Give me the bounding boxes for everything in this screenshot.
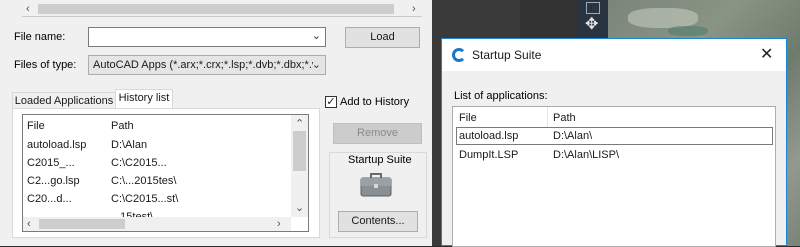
applications-list[interactable]: File Path autoload.lsp D:\Alan\ DumpIt.L…: [452, 106, 776, 247]
history-list[interactable]: File Path autoload.lsp D:\Alan C2015_...…: [22, 114, 309, 232]
list-item-file[interactable]: autoload.lsp: [459, 128, 518, 144]
chevron-down-icon[interactable]: ⌄: [295, 201, 304, 215]
history-row-path[interactable]: C:\C2015...st\: [111, 191, 178, 207]
contents-button[interactable]: Contents...: [338, 211, 418, 232]
scrollbar-thumb[interactable]: [293, 131, 306, 171]
history-row-path[interactable]: D:\Alan: [111, 137, 147, 153]
history-vscrollbar[interactable]: ⌃ ⌄: [291, 115, 308, 217]
list-of-applications-label: List of applications:: [454, 90, 548, 102]
history-row-file[interactable]: C20...d...: [27, 191, 72, 207]
add-to-history-label[interactable]: Add to History: [340, 96, 409, 108]
briefcase-icon[interactable]: [360, 173, 392, 197]
list-item-file[interactable]: DumpIt.LSP: [459, 147, 518, 163]
chevron-down-icon[interactable]: ⌄: [312, 29, 321, 42]
chevron-up-icon[interactable]: ⌃: [295, 117, 304, 131]
startup-suite-dialog: Startup Suite ✕ List of applications: Fi…: [441, 38, 787, 247]
history-row-file[interactable]: C2...go.lsp: [27, 173, 80, 189]
startup-suite-group: Startup Suite Contents...: [329, 152, 427, 238]
autocad-app-icon: [452, 48, 466, 62]
file-name-combobox[interactable]: ⌄: [88, 27, 326, 47]
tab-history-list[interactable]: History list: [115, 89, 173, 109]
column-header-path[interactable]: Path: [553, 110, 576, 126]
scrollbar-thumb[interactable]: [38, 4, 394, 14]
startup-suite-label: Startup Suite: [348, 154, 412, 166]
scroll-left-icon[interactable]: ‹: [26, 2, 30, 16]
pan-move-icon[interactable]: ✥: [585, 17, 598, 33]
scroll-right-icon[interactable]: ›: [277, 217, 281, 231]
history-hscrollbar[interactable]: ‹ ›: [23, 217, 291, 231]
header-divider: [547, 107, 548, 127]
add-to-history-checkbox[interactable]: ✓: [325, 96, 337, 108]
column-header-path[interactable]: Path: [111, 118, 134, 134]
viewcube-icon[interactable]: [586, 2, 600, 14]
load-button[interactable]: Load: [345, 27, 420, 48]
scroll-left-icon[interactable]: ‹: [27, 217, 31, 231]
load-applications-dialog: ‹ › File name: ⌄ Load Files of type: Aut…: [0, 0, 432, 246]
files-of-type-value: AutoCAD Apps (*.arx;*.crx;*.lsp;*.dvb;*.…: [93, 59, 313, 71]
files-of-type-label: Files of type:: [14, 59, 77, 71]
list-item-path[interactable]: D:\Alan\LISP\: [553, 147, 619, 163]
close-icon[interactable]: ✕: [760, 47, 773, 63]
title-bar[interactable]: Startup Suite ✕: [442, 39, 786, 71]
remove-button[interactable]: Remove: [333, 123, 422, 144]
files-of-type-select[interactable]: AutoCAD Apps (*.arx;*.crx;*.lsp;*.dvb;*.…: [88, 55, 326, 75]
dialog-title: Startup Suite: [472, 48, 542, 62]
history-row-path[interactable]: C:\C2015...: [111, 155, 167, 171]
chevron-down-icon[interactable]: ⌄: [312, 56, 321, 74]
history-row-path[interactable]: C:\...2015tes\: [111, 173, 176, 189]
column-header-file[interactable]: File: [459, 110, 477, 126]
scroll-right-icon[interactable]: ›: [412, 2, 416, 16]
history-row-file[interactable]: autoload.lsp: [27, 137, 86, 153]
history-row-file[interactable]: C2015_...: [27, 155, 75, 171]
list-item-path[interactable]: D:\Alan\: [553, 128, 592, 144]
scrollbar-thumb[interactable]: [39, 219, 125, 229]
column-header-file[interactable]: File: [27, 118, 45, 134]
file-name-label: File name:: [14, 31, 66, 43]
navigation-bar[interactable]: ✥: [578, 0, 608, 40]
